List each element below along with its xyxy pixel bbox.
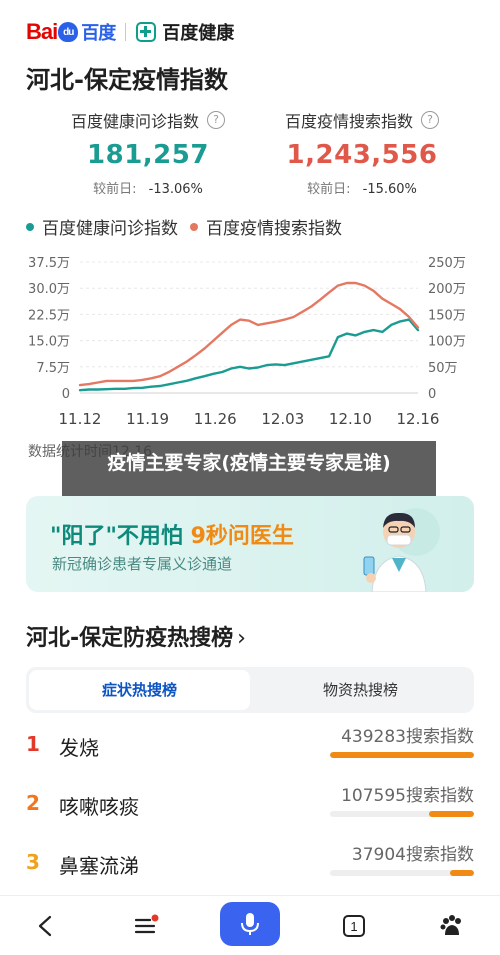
banner-subtitle: 新冠确诊患者专属义诊通道 bbox=[52, 555, 233, 573]
search-index-value: 439283搜索指数 bbox=[341, 727, 474, 747]
rank-number: 3 bbox=[26, 850, 40, 874]
baidu-logo-text: Bai bbox=[26, 19, 58, 44]
search-index-bar-fill bbox=[330, 752, 474, 758]
menu-icon[interactable] bbox=[126, 906, 166, 946]
right-axis-tick: 50万 bbox=[428, 361, 458, 376]
health-cross-icon bbox=[136, 22, 157, 42]
consult-index-change: -13.06% bbox=[148, 182, 203, 197]
legend-label: 百度健康问诊指数 bbox=[42, 219, 178, 239]
search-index-bar-fill bbox=[429, 811, 474, 817]
left-axis-tick: 15.0万 bbox=[28, 335, 70, 350]
legend-item-search[interactable]: 百度疫情搜索指数 bbox=[190, 214, 342, 239]
legend-dot-icon bbox=[190, 222, 198, 231]
search-index-value: 107595搜索指数 bbox=[341, 786, 474, 806]
chart-legend: 百度健康问诊指数 百度疫情搜索指数 bbox=[26, 214, 354, 239]
left-axis-tick: 0 bbox=[62, 387, 70, 402]
hot-list-item[interactable]: 2 咳嗽咳痰 107595搜索指数 bbox=[26, 781, 474, 831]
x-axis-tick: 11.19 bbox=[126, 410, 169, 428]
epidemic-index-chart[interactable]: 0 0 7.5万 50万 15.0万 100万 22.5万 150万 30.0万 200万 37.5… bbox=[0, 250, 500, 440]
microphone-icon bbox=[241, 913, 259, 935]
legend-item-consult[interactable]: 百度健康问诊指数 bbox=[26, 214, 178, 239]
banner-title: "阳了"不用怕 9秒问医生 bbox=[50, 524, 294, 549]
search-index-label: 百度疫情搜索指数 bbox=[284, 112, 413, 131]
symptom-name: 鼻塞流涕 bbox=[59, 854, 139, 878]
left-axis-tick: 37.5万 bbox=[28, 256, 70, 271]
search-index-value: 1,243,556 bbox=[286, 140, 438, 170]
hot-list-item[interactable]: 3 鼻塞流涕 37904搜索指数 bbox=[26, 840, 474, 890]
search-index-bar-fill bbox=[449, 870, 474, 876]
chevron-right-icon: › bbox=[237, 626, 246, 651]
logo-divider bbox=[125, 23, 127, 41]
left-axis-tick: 7.5万 bbox=[36, 361, 70, 376]
x-axis-tick: 12.10 bbox=[329, 410, 372, 428]
epidemic-index-title: 河北-保定疫情指数 bbox=[26, 66, 228, 94]
tab-supplies-hot[interactable]: 物资热搜榜 bbox=[250, 670, 471, 710]
hot-list-item[interactable]: 1 发烧 439283搜索指数 bbox=[26, 722, 474, 772]
compare-label: 较前日: bbox=[93, 182, 137, 197]
consult-index-label: 百度健康问诊指数 bbox=[70, 112, 199, 131]
baidu-logo[interactable]: Bai du 百度 bbox=[26, 19, 116, 45]
right-axis-tick: 150万 bbox=[428, 308, 466, 323]
series-line bbox=[78, 318, 420, 392]
baidu-health-logo: 百度健康 bbox=[162, 23, 235, 44]
x-axis-tick: 12.03 bbox=[261, 410, 304, 428]
app-header: Bai du 百度 百度健康 bbox=[0, 0, 500, 64]
tab-count: 1 bbox=[350, 919, 357, 934]
symptom-name: 发烧 bbox=[59, 736, 99, 760]
x-axis-tick: 11.12 bbox=[59, 410, 102, 428]
tab-symptom-hot[interactable]: 症状热搜榜 bbox=[29, 670, 250, 710]
help-icon[interactable]: ? bbox=[421, 111, 439, 129]
search-index-value: 37904搜索指数 bbox=[351, 845, 474, 865]
bottom-navigation: 1 bbox=[0, 895, 500, 955]
legend-dot-icon bbox=[26, 222, 34, 231]
right-axis-tick: 100万 bbox=[428, 335, 466, 350]
baidu-logo-cn: 百度 bbox=[81, 23, 116, 44]
baidu-paw-icon: du bbox=[58, 22, 79, 42]
search-index-stat: 百度疫情搜索指数 ? 1,243,556 较前日: -15.60% bbox=[252, 108, 472, 197]
back-icon[interactable] bbox=[26, 906, 66, 946]
consult-doctor-banner[interactable]: "阳了"不用怕 9秒问医生 新冠确诊患者专属义诊通道 bbox=[26, 496, 474, 592]
voice-search-button[interactable] bbox=[220, 902, 280, 946]
compare-label: 较前日: bbox=[307, 182, 351, 197]
hot-list-tabs: 症状热搜榜 物资热搜榜 bbox=[26, 667, 474, 713]
search-index-change: -15.60% bbox=[362, 182, 417, 197]
search-index-bar bbox=[330, 811, 474, 817]
tabs-icon[interactable]: 1 bbox=[334, 906, 374, 946]
rank-number: 1 bbox=[26, 732, 40, 756]
series-line bbox=[78, 281, 420, 387]
help-icon[interactable]: ? bbox=[207, 111, 225, 129]
left-axis-tick: 22.5万 bbox=[28, 308, 70, 323]
baidu-paw-icon[interactable] bbox=[432, 906, 472, 946]
hot-search-title[interactable]: 河北-保定防疫热搜榜 › bbox=[26, 620, 246, 652]
right-axis-tick: 200万 bbox=[428, 282, 466, 297]
right-axis-tick: 250万 bbox=[428, 256, 466, 271]
left-axis-tick: 30.0万 bbox=[28, 282, 70, 297]
right-axis-tick: 0 bbox=[428, 387, 436, 402]
consult-index-stat: 百度健康问诊指数 ? 181,257 较前日: -13.06% bbox=[38, 108, 258, 197]
consult-index-value: 181,257 bbox=[87, 140, 209, 170]
x-axis-tick: 11.26 bbox=[194, 410, 237, 428]
search-index-bar bbox=[330, 870, 474, 876]
x-axis-tick: 12.16 bbox=[397, 410, 440, 428]
legend-label: 百度疫情搜索指数 bbox=[206, 219, 342, 239]
symptom-name: 咳嗽咳痰 bbox=[59, 795, 139, 819]
search-index-bar bbox=[330, 752, 474, 758]
doctor-illustration-icon bbox=[363, 508, 440, 592]
rank-number: 2 bbox=[26, 791, 40, 815]
